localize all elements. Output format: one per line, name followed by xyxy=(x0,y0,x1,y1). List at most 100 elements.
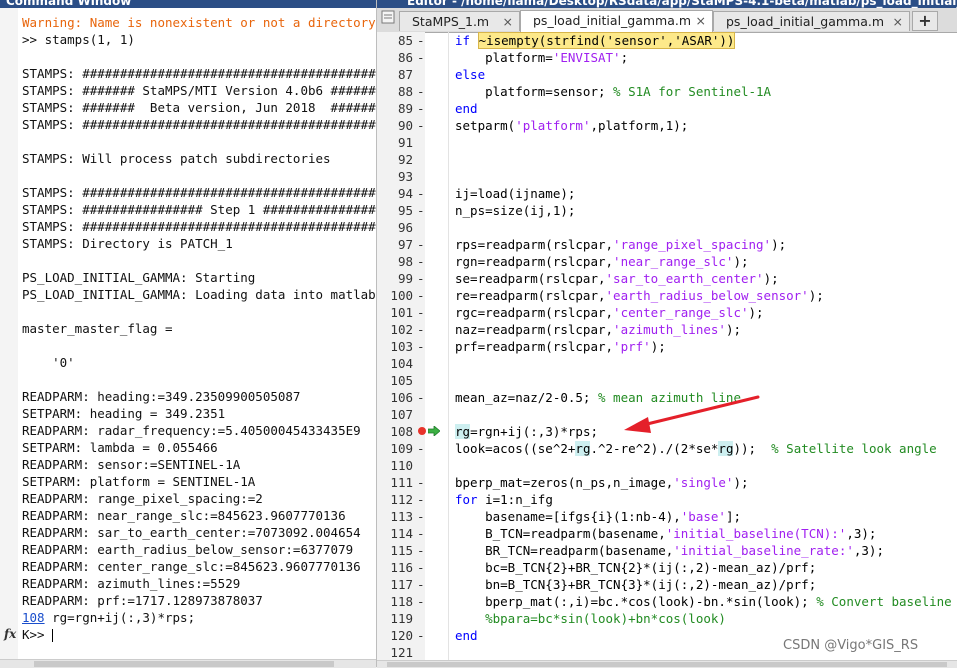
breakpoint-marker[interactable]: - xyxy=(417,627,425,644)
line-number[interactable]: 87 xyxy=(377,66,413,83)
breakpoint-marker[interactable]: - xyxy=(417,508,425,525)
scrollbar-thumb[interactable] xyxy=(387,662,947,667)
code-line[interactable]: 89- end xyxy=(377,100,957,117)
code-line[interactable]: 86- platform='ENVISAT'; xyxy=(377,49,957,66)
code-line[interactable]: 97- rps=readparm(rslcpar,'range_pixel_spa… xyxy=(377,236,957,253)
code-line[interactable]: 88- platform=sensor; % S1A for Sentinel-… xyxy=(377,83,957,100)
line-number[interactable]: 105 xyxy=(377,372,413,389)
breakpoint-marker[interactable]: - xyxy=(417,338,425,355)
code-line[interactable]: 114- B_TCN=readparm(basename,'initial_ba… xyxy=(377,525,957,542)
code-line[interactable]: 96 xyxy=(377,219,957,236)
code-line[interactable]: 110 xyxy=(377,457,957,474)
code-line[interactable]: 109- look=acos((se^2+rg.^2-re^2)./(2*se*r… xyxy=(377,440,957,457)
code-line[interactable]: 87 else xyxy=(377,66,957,83)
breakpoint-marker[interactable]: - xyxy=(417,117,425,134)
line-number[interactable]: 91 xyxy=(377,134,413,151)
breakpoint-marker[interactable]: - xyxy=(417,270,425,287)
code-line[interactable]: 101- rgc=readparm(rslcpar,'center_range_s… xyxy=(377,304,957,321)
line-number[interactable]: 119 xyxy=(377,610,413,627)
breakpoint-marker[interactable]: - xyxy=(417,440,425,457)
tab-stamps-1[interactable]: StaMPS_1.m × xyxy=(399,11,520,31)
code-line[interactable]: 92 xyxy=(377,151,957,168)
add-tab-button[interactable]: + xyxy=(912,11,938,31)
breakpoint-marker[interactable]: - xyxy=(417,542,425,559)
code-line[interactable]: 116- bc=B_TCN{2}+BR_TCN{2}*(ij(:,2)-mean… xyxy=(377,559,957,576)
breakpoint-marker[interactable]: - xyxy=(417,389,425,406)
line-number[interactable]: 109 xyxy=(377,440,413,457)
code-line[interactable]: 115- BR_TCN=readparm(basename,'initial_b… xyxy=(377,542,957,559)
line-number[interactable]: 89 xyxy=(377,100,413,117)
line-number[interactable]: 121 xyxy=(377,644,413,661)
code-line[interactable]: 102- naz=readparm(rslcpar,'azimuth_lines'… xyxy=(377,321,957,338)
code-line[interactable]: 108 rg=rgn+ij(:,3)*rps; xyxy=(377,423,957,440)
code-line[interactable]: 113- basename=[ifgs{i}(1:nb-4),'base']; xyxy=(377,508,957,525)
line-number[interactable]: 102 xyxy=(377,321,413,338)
line-number[interactable]: 99 xyxy=(377,270,413,287)
close-icon[interactable]: × xyxy=(893,12,903,31)
line-number[interactable]: 97 xyxy=(377,236,413,253)
line-number[interactable]: 114 xyxy=(377,525,413,542)
line-number[interactable]: 101 xyxy=(377,304,413,321)
line-number[interactable]: 112 xyxy=(377,491,413,508)
code-line[interactable]: 105 xyxy=(377,372,957,389)
code-line[interactable]: 98- rgn=readparm(rslcpar,'near_range_slc'… xyxy=(377,253,957,270)
line-number[interactable]: 92 xyxy=(377,151,413,168)
line-number[interactable]: 113 xyxy=(377,508,413,525)
breakpoint-marker[interactable]: - xyxy=(417,576,425,593)
code-area[interactable]: 85- if ~isempty(strfind('sensor','ASAR'))… xyxy=(377,32,957,661)
code-line[interactable]: 106- mean_az=naz/2-0.5; % mean azimuth li… xyxy=(377,389,957,406)
breakpoint-marker[interactable]: - xyxy=(417,100,425,117)
breakpoint-marker[interactable]: - xyxy=(417,525,425,542)
breakpoint-marker[interactable]: - xyxy=(417,236,425,253)
line-number[interactable]: 94 xyxy=(377,185,413,202)
code-line[interactable]: 119 %bpara=bc*sin(look)+bn*cos(look) xyxy=(377,610,957,627)
line-number[interactable]: 111 xyxy=(377,474,413,491)
line-number[interactable]: 106 xyxy=(377,389,413,406)
breakpoint-marker[interactable]: - xyxy=(417,32,425,49)
breakpoint-marker[interactable]: - xyxy=(417,202,425,219)
code-line[interactable]: 111- bperp_mat=zeros(n_ps,n_image,'single… xyxy=(377,474,957,491)
breakpoint-marker[interactable]: - xyxy=(417,559,425,576)
breakpoint-marker[interactable]: - xyxy=(417,253,425,270)
line-number[interactable]: 110 xyxy=(377,457,413,474)
line-number[interactable]: 86 xyxy=(377,49,413,66)
function-browser-icon[interactable]: fx xyxy=(4,627,16,641)
breakpoint-marker[interactable]: - xyxy=(417,304,425,321)
close-icon[interactable]: × xyxy=(696,11,706,31)
code-line[interactable]: 107 xyxy=(377,406,957,423)
line-number[interactable]: 104 xyxy=(377,355,413,372)
line-number[interactable]: 93 xyxy=(377,168,413,185)
code-line[interactable]: 90- setparm('platform',platform,1); xyxy=(377,117,957,134)
code-line[interactable]: 118- bperp_mat(:,i)=bc.*cos(look)-bn.*si… xyxy=(377,593,957,610)
breakpoint-marker[interactable]: - xyxy=(417,474,425,491)
line-number[interactable]: 100 xyxy=(377,287,413,304)
breakpoint-marker[interactable]: - xyxy=(417,491,425,508)
breakpoint-marker[interactable]: - xyxy=(417,49,425,66)
code-line[interactable]: 85- if ~isempty(strfind('sensor','ASAR')) xyxy=(377,32,957,49)
code-line[interactable]: 117- bn=B_TCN{3}+BR_TCN{3}*(ij(:,2)-mean… xyxy=(377,576,957,593)
breakpoint-marker[interactable]: - xyxy=(417,321,425,338)
code-line[interactable]: 103- prf=readparm(rslcpar,'prf'); xyxy=(377,338,957,355)
code-line[interactable]: 112- for i=1:n_ifg xyxy=(377,491,957,508)
line-number[interactable]: 116 xyxy=(377,559,413,576)
code-line[interactable]: 95- n_ps=size(ij,1); xyxy=(377,202,957,219)
code-line[interactable]: 94- ij=load(ijname); xyxy=(377,185,957,202)
line-number[interactable]: 95 xyxy=(377,202,413,219)
tab-ps-load-initial-gamma-active[interactable]: ps_load_initial_gamma.m × xyxy=(520,10,713,32)
scrollbar-thumb[interactable] xyxy=(34,661,334,667)
breakpoint-icon[interactable] xyxy=(418,427,426,435)
code-line[interactable]: 93 xyxy=(377,168,957,185)
line-number[interactable]: 120 xyxy=(377,627,413,644)
line-number[interactable]: 88 xyxy=(377,83,413,100)
editor-window[interactable]: Editor - /home/llama/Desktop/RSdata/app/… xyxy=(377,0,957,668)
code-line[interactable]: 104 xyxy=(377,355,957,372)
line-number[interactable]: 103 xyxy=(377,338,413,355)
line-number[interactable]: 90 xyxy=(377,117,413,134)
code-line[interactable]: 91 xyxy=(377,134,957,151)
breakpoint-marker[interactable]: - xyxy=(417,287,425,304)
command-window[interactable]: Command Window Warning: Name is nonexist… xyxy=(0,0,377,668)
line-number[interactable]: 117 xyxy=(377,576,413,593)
command-prompt[interactable]: K>> xyxy=(22,626,376,643)
line-number[interactable]: 85 xyxy=(377,32,413,49)
line-number[interactable]: 108 xyxy=(377,423,413,440)
